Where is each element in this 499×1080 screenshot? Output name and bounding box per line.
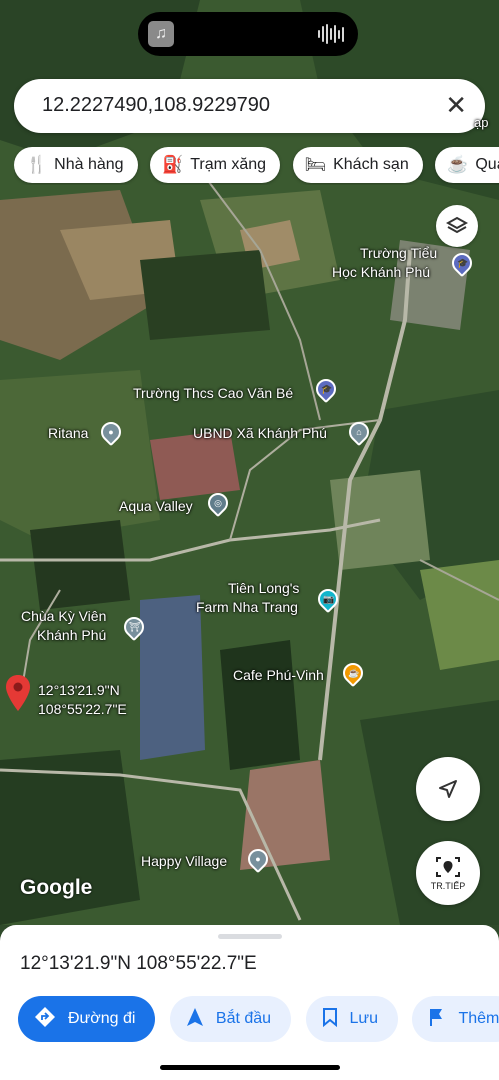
restaurant-icon: 🍴 — [26, 155, 48, 174]
dropped-pin-lng: 108°55'22.7"E — [38, 701, 127, 717]
chip-gas-stations[interactable]: ⛽ Trạm xăng — [150, 147, 281, 183]
music-note-icon: ♫ — [148, 21, 174, 47]
place-label-farm[interactable]: Tiên Long's — [228, 580, 299, 597]
place-label-ritana[interactable]: Ritana — [48, 425, 88, 442]
start-button[interactable]: Bắt đầu — [169, 996, 292, 1042]
live-view-label: TR.TIẾP — [430, 881, 466, 891]
layers-icon — [446, 216, 468, 234]
dynamic-island: ♫ — [138, 12, 358, 56]
layers-button[interactable] — [436, 205, 478, 247]
bookmark-icon — [322, 1007, 338, 1032]
place-label-cafe[interactable]: Cafe Phú-Vinh — [233, 667, 324, 684]
place-label-happy-village[interactable]: Happy Village — [141, 853, 227, 870]
live-view-button[interactable]: TR.TIẾP — [416, 841, 480, 905]
start-label: Bắt đầu — [215, 1010, 272, 1027]
map-label-cut: ạp — [474, 115, 489, 130]
chip-hotels[interactable]: 🛏 Khách sạn — [292, 147, 423, 183]
hotel-icon: 🛏 — [304, 155, 327, 174]
place-label-school[interactable]: Trường Tiểu — [360, 245, 437, 262]
directions-icon — [34, 1006, 56, 1033]
place-label-farm-2[interactable]: Farm Nha Trang — [196, 599, 298, 616]
place-label-secondary-school[interactable]: Trường Thcs Cao Văn Bé — [133, 385, 293, 402]
place-coordinates: 12°13'21.9"N 108°55'22.7"E — [20, 953, 257, 974]
place-label-ubnd[interactable]: UBND Xã Khánh Phú — [193, 425, 327, 442]
place-label-aqua-valley[interactable]: Aqua Valley — [119, 498, 193, 515]
navigation-arrow-icon — [439, 780, 457, 798]
directions-label: Đường đi — [68, 1010, 136, 1027]
bottom-sheet[interactable]: 12°13'21.9"N 108°55'22.7"E Đường đi Bắt … — [0, 925, 499, 1080]
action-buttons: Đường đi Bắt đầu Lưu Thêm — [18, 996, 499, 1044]
close-icon[interactable]: ✕ — [445, 90, 467, 121]
navigation-arrow-icon — [186, 1007, 204, 1032]
save-button[interactable]: Lưu — [305, 996, 399, 1042]
gas-station-icon: ⛽ — [162, 155, 184, 174]
sheet-drag-handle[interactable] — [218, 934, 282, 939]
add-button[interactable]: Thêm — [412, 996, 499, 1042]
live-view-icon — [436, 857, 460, 877]
chip-restaurants[interactable]: 🍴 Nhà hàng — [14, 147, 138, 183]
flag-icon — [428, 1007, 446, 1032]
add-label: Thêm — [458, 1010, 499, 1027]
search-bar[interactable]: 12.2227490,108.9229790 ✕ — [14, 79, 485, 133]
place-label-pagoda-2[interactable]: Khánh Phú — [37, 627, 106, 644]
place-label-school-2[interactable]: Học Khánh Phú — [332, 264, 430, 281]
save-label: Lưu — [349, 1010, 379, 1027]
dropped-pin-icon[interactable] — [6, 675, 30, 711]
category-chips: 🍴 Nhà hàng ⛽ Trạm xăng 🛏 Khách sạn ☕ Quán — [14, 147, 499, 185]
chip-label: Nhà hàng — [54, 156, 124, 173]
audio-waveform-icon — [318, 24, 344, 44]
my-location-button[interactable] — [416, 757, 480, 821]
cafe-icon: ☕ — [447, 155, 469, 174]
directions-button[interactable]: Đường đi — [18, 996, 156, 1042]
chip-label: Trạm xăng — [190, 156, 267, 173]
chip-label: Khách sạn — [333, 156, 409, 173]
dropped-pin-lat: 12°13'21.9"N — [38, 682, 120, 698]
chip-label: Quán — [475, 156, 499, 173]
google-logo: Google — [20, 876, 93, 899]
place-label-pagoda[interactable]: Chùa Kỳ Viên — [21, 608, 106, 625]
satellite-map[interactable]: ♫ 12.2227490,108.9229790 ✕ 🍴 Nhà hàng ⛽ Tr… — [0, 0, 499, 925]
chip-cafes[interactable]: ☕ Quán — [435, 147, 499, 183]
search-query[interactable]: 12.2227490,108.9229790 — [42, 94, 270, 117]
home-indicator[interactable] — [160, 1065, 340, 1070]
